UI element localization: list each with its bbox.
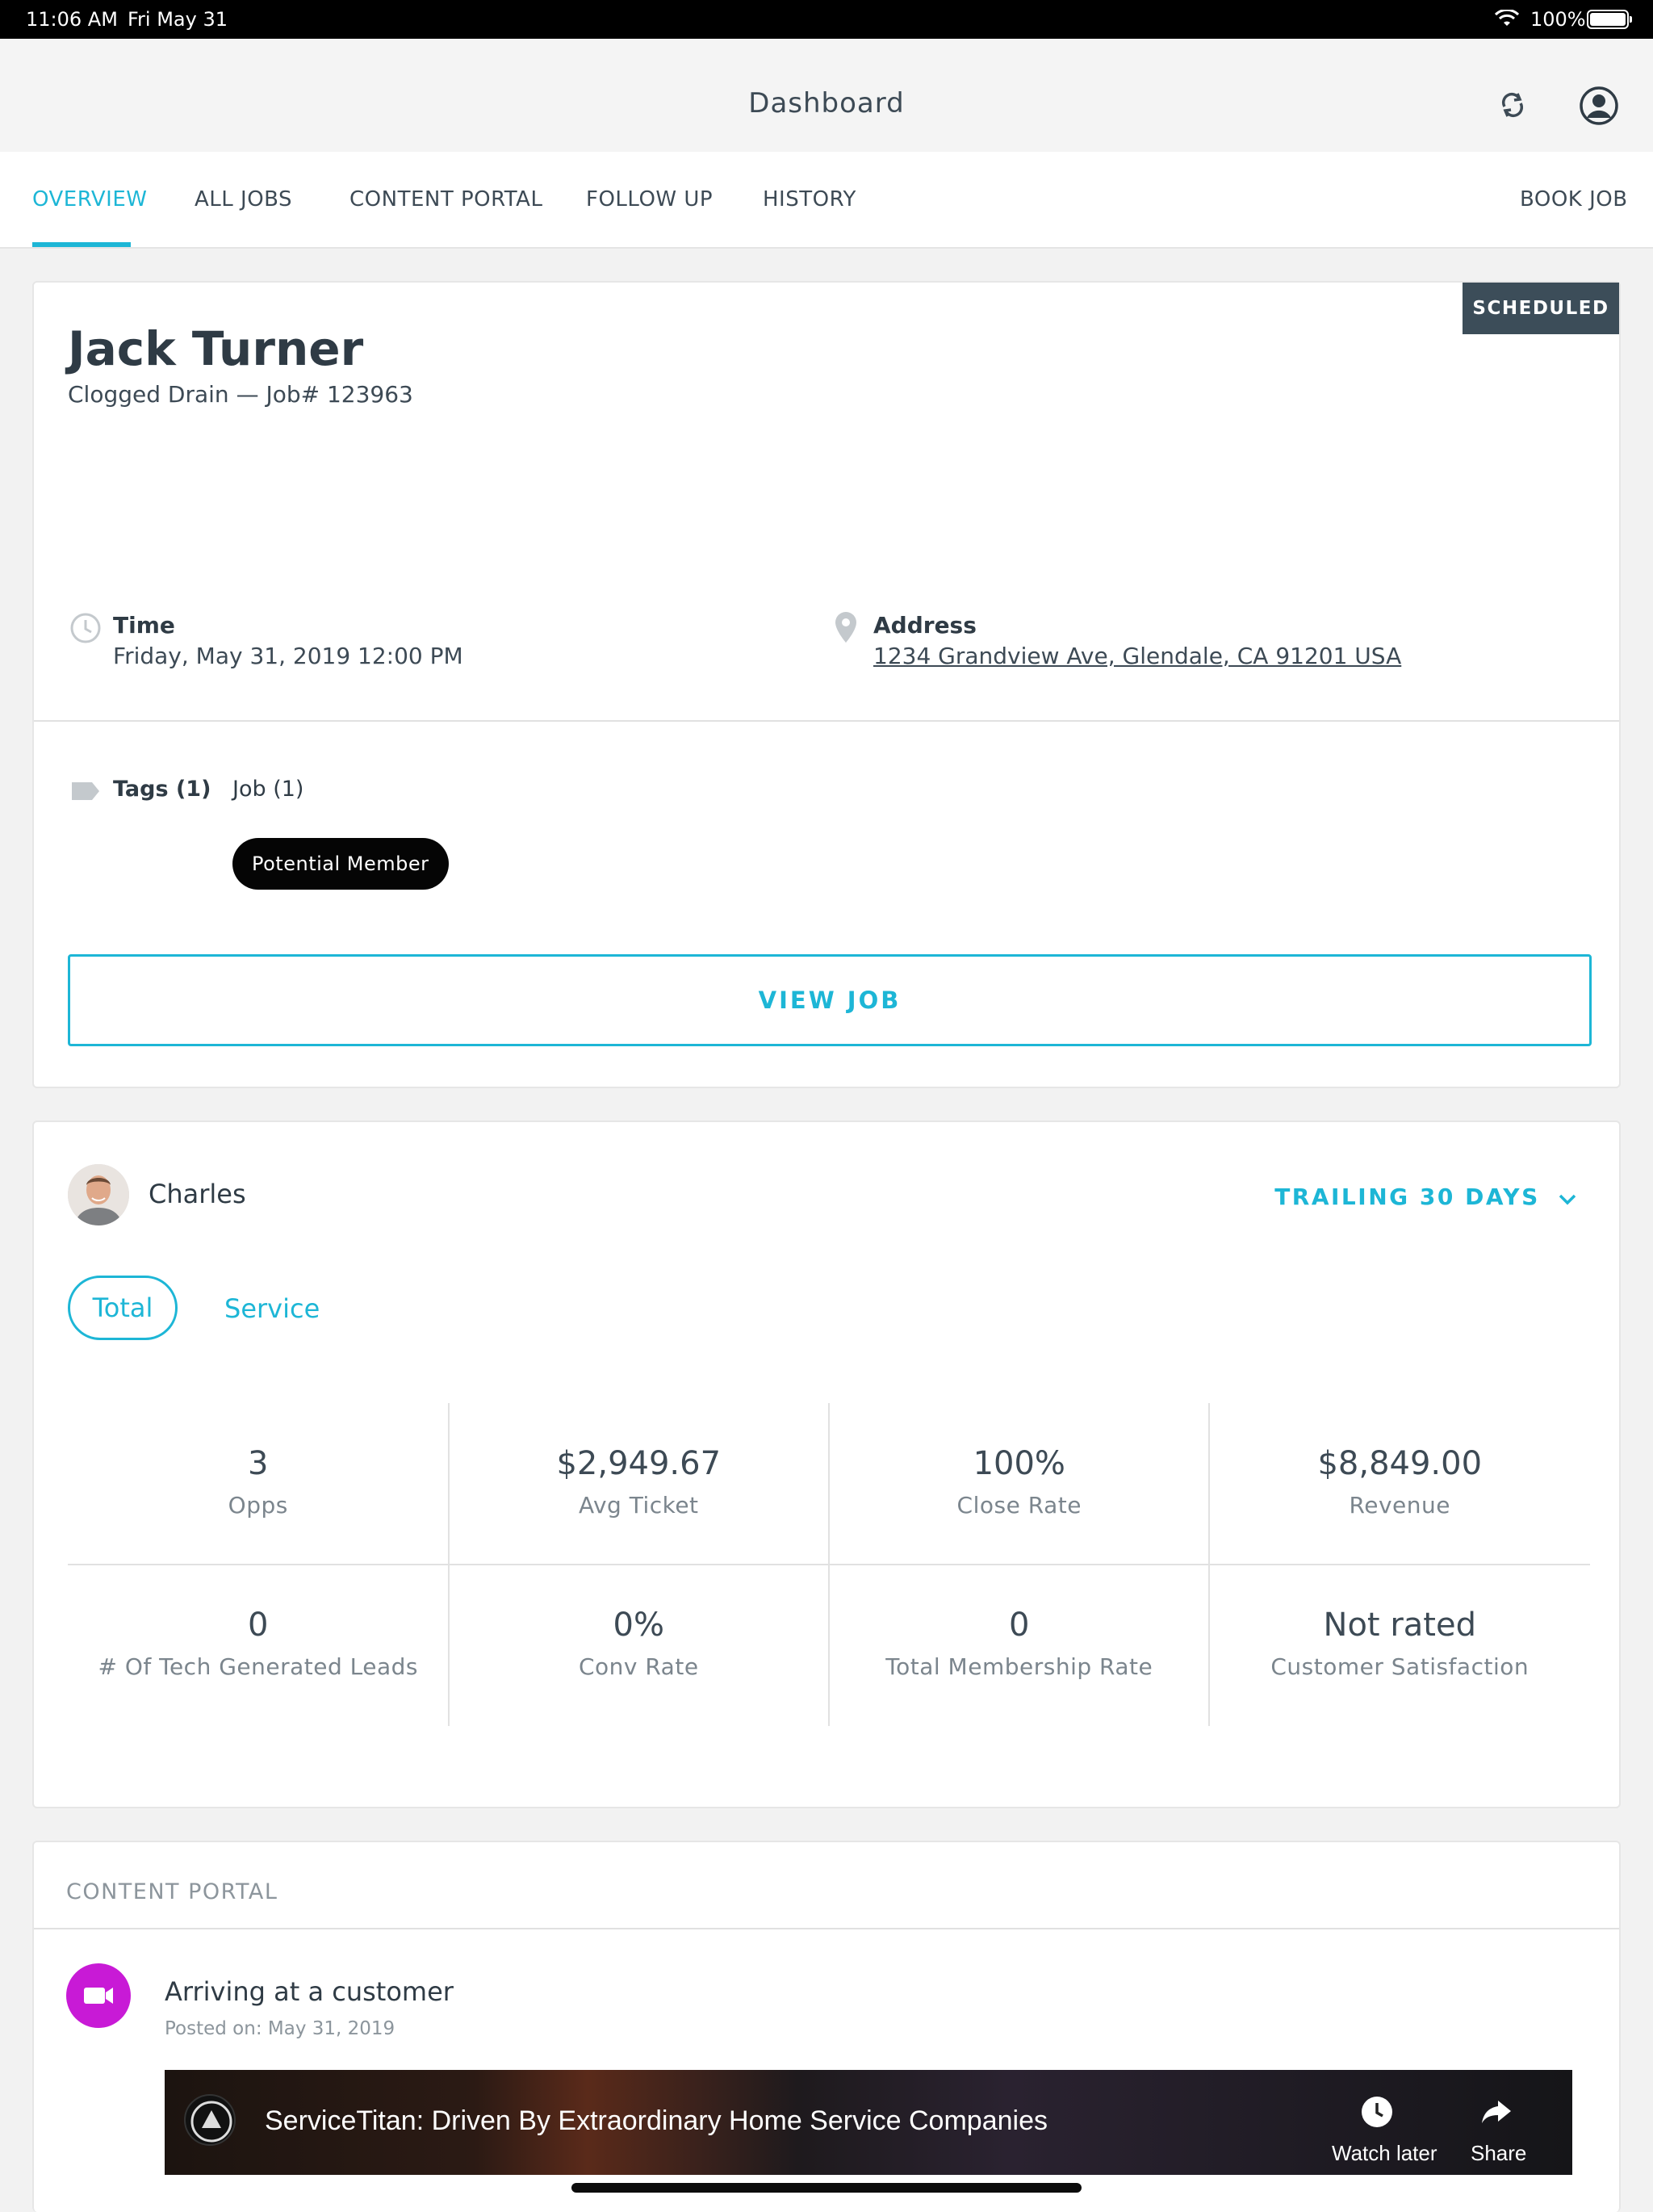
watch-later-label[interactable]: Watch later <box>1332 2141 1437 2166</box>
metric-value: $2,949.67 <box>556 1445 722 1482</box>
channel-logo <box>184 2094 236 2146</box>
video-title: ServiceTitan: Driven By Extraordinary Ho… <box>265 2105 1048 2136</box>
status-date: Fri May 31 <box>128 8 228 31</box>
home-indicator <box>571 2183 1082 2193</box>
metric-value: $8,849.00 <box>1317 1445 1483 1482</box>
battery-icon <box>1587 10 1632 29</box>
clock-icon[interactable] <box>1359 2094 1395 2130</box>
metric-label: # Of Tech Generated Leads <box>98 1653 419 1680</box>
time-value: Friday, May 31, 2019 12:00 PM <box>113 643 463 669</box>
book-job-button[interactable]: BOOK JOB <box>1520 187 1628 212</box>
period-label: TRAILING 30 DAYS <box>1274 1184 1540 1210</box>
metric-value: 0 <box>1009 1607 1030 1644</box>
address-label: Address <box>873 612 977 639</box>
tab-history[interactable]: HISTORY <box>763 187 856 212</box>
metric-label: Avg Ticket <box>578 1492 699 1519</box>
time-label: Time <box>113 612 175 639</box>
avatar <box>68 1164 129 1225</box>
metric-cell: 0% Conv Rate <box>449 1565 830 1726</box>
job-subtitle: Clogged Drain — Job# 123963 <box>68 381 413 408</box>
address-link[interactable]: 1234 Grandview Ave, Glendale, CA 91201 U… <box>873 643 1401 669</box>
page-title: Dashboard <box>748 87 905 119</box>
location-pin-icon <box>833 610 859 647</box>
sync-icon[interactable] <box>1495 87 1530 123</box>
post-date: Posted on: May 31, 2019 <box>165 2018 395 2039</box>
battery-percent: 100% <box>1530 8 1586 31</box>
share-label[interactable]: Share <box>1471 2141 1526 2166</box>
metric-value: 0 <box>248 1607 269 1644</box>
metric-label: Close Rate <box>956 1492 1082 1519</box>
tags-label: Tags (1) <box>113 777 211 802</box>
job-card: SCHEDULED Jack Turner Clogged Drain — Jo… <box>32 281 1621 1088</box>
tab-content-portal[interactable]: CONTENT PORTAL <box>349 187 542 212</box>
section-header: CONTENT PORTAL <box>66 1879 278 1904</box>
divider <box>34 1928 1619 1929</box>
metric-cell: 0 # Of Tech Generated Leads <box>68 1565 449 1726</box>
tech-name: Charles <box>149 1179 246 1209</box>
tag-pill: Potential Member <box>232 838 449 890</box>
segment-service[interactable]: Service <box>224 1293 320 1324</box>
metric-value: 3 <box>248 1445 269 1482</box>
active-tab-indicator <box>32 242 131 247</box>
nav-bar: Dashboard <box>0 39 1653 152</box>
chevron-down-icon <box>1558 1185 1577 1212</box>
content-portal-card: CONTENT PORTAL Arriving at a customer Po… <box>32 1841 1621 2212</box>
metric-cell: $8,849.00 Revenue <box>1210 1403 1591 1565</box>
metric-cell: 3 Opps <box>68 1403 449 1565</box>
segment-total[interactable]: Total <box>68 1276 178 1340</box>
status-bar: 11:06 AM Fri May 31 100% <box>0 0 1653 39</box>
metric-label: Opps <box>228 1492 288 1519</box>
post-title[interactable]: Arriving at a customer <box>165 1976 454 2007</box>
tab-follow-up[interactable]: FOLLOW UP <box>586 187 713 212</box>
metric-value: 0% <box>613 1607 664 1644</box>
metrics-grid: 3 Opps $2,949.67 Avg Ticket 100% Close R… <box>68 1403 1590 1726</box>
status-time: 11:06 AM <box>26 8 118 31</box>
metric-label: Revenue <box>1349 1492 1450 1519</box>
status-badge: SCHEDULED <box>1463 283 1619 334</box>
metric-cell: 100% Close Rate <box>829 1403 1210 1565</box>
metric-value: 100% <box>973 1445 1065 1482</box>
wifi-icon <box>1494 8 1520 32</box>
metric-value: Not rated <box>1323 1607 1476 1644</box>
period-dropdown[interactable]: TRAILING 30 DAYS <box>1274 1184 1577 1212</box>
grid-divider <box>68 1564 1590 1565</box>
metric-label: Total Membership Rate <box>885 1653 1153 1680</box>
metric-label: Conv Rate <box>578 1653 699 1680</box>
video-player[interactable]: ServiceTitan: Driven By Extraordinary Ho… <box>165 2070 1572 2175</box>
tab-bar: OVERVIEW ALL JOBS CONTENT PORTAL FOLLOW … <box>0 152 1653 249</box>
divider <box>34 720 1619 722</box>
tab-all-jobs[interactable]: ALL JOBS <box>195 187 292 212</box>
tech-stats-card: Charles TRAILING 30 DAYS Total Service 3… <box>32 1121 1621 1808</box>
metric-cell: 0 Total Membership Rate <box>829 1565 1210 1726</box>
clock-icon <box>69 612 102 647</box>
tag-icon <box>69 780 102 806</box>
share-icon[interactable] <box>1479 2094 1514 2130</box>
job-tags-label: Job (1) <box>232 777 304 802</box>
tab-overview[interactable]: OVERVIEW <box>32 187 147 212</box>
video-camera-icon <box>66 1963 131 2028</box>
customer-name: Jack Turner <box>68 321 364 376</box>
metric-cell: $2,949.67 Avg Ticket <box>449 1403 830 1565</box>
metric-cell: Not rated Customer Satisfaction <box>1210 1565 1591 1726</box>
profile-icon[interactable] <box>1579 86 1619 126</box>
view-job-button[interactable]: VIEW JOB <box>68 954 1592 1046</box>
metric-label: Customer Satisfaction <box>1270 1653 1530 1680</box>
